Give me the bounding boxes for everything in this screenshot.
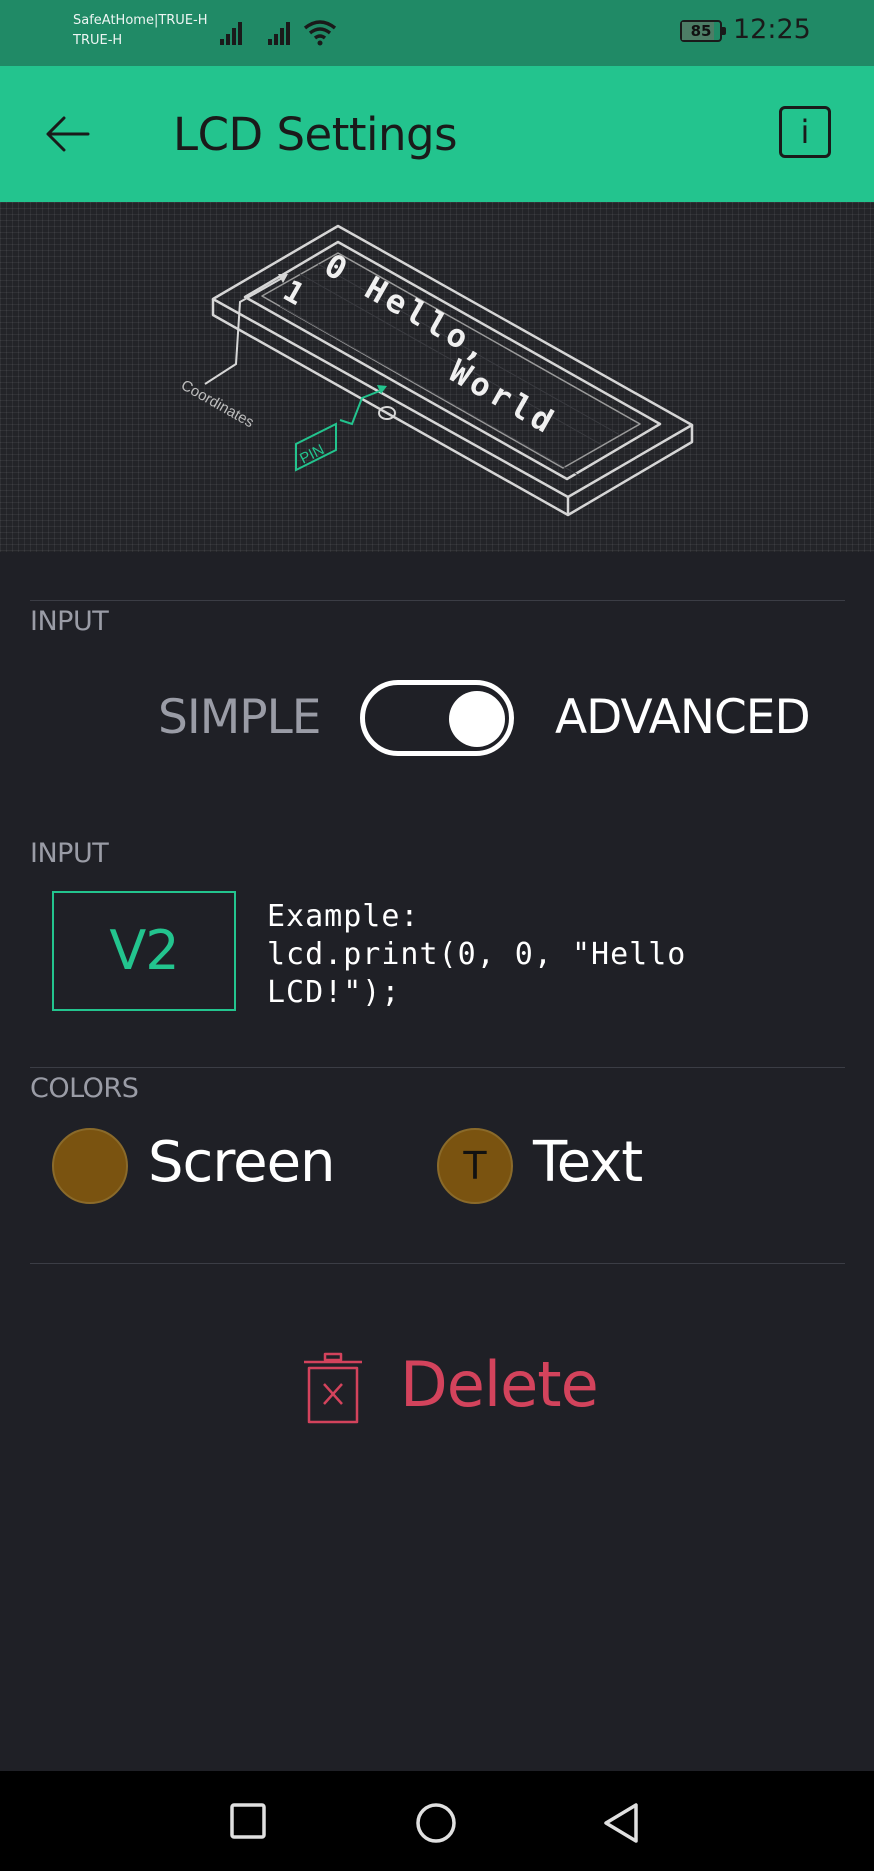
pin-label: PIN [297, 441, 327, 468]
carrier-name-secondary: TRUE-H [73, 33, 123, 48]
signal-icon [220, 22, 242, 45]
mode-simple-label[interactable]: SIMPLE [158, 690, 321, 745]
divider [30, 1263, 845, 1264]
code-example: Example: lcd.print(0, 0, "Hello LCD!"); [267, 899, 687, 1010]
battery-nub [722, 27, 726, 35]
delete-button[interactable]: Delete [400, 1348, 599, 1421]
wifi-icon [303, 20, 337, 46]
info-button[interactable]: i [779, 106, 831, 158]
battery-icon: 85 [680, 20, 722, 42]
screen-color-swatch[interactable] [52, 1128, 128, 1204]
battery-percentage: 85 [690, 22, 712, 40]
app-header: LCD Settings i [0, 66, 874, 202]
toggle-knob [449, 691, 505, 747]
page-title: LCD Settings [173, 108, 458, 161]
text-color-swatch[interactable]: T [437, 1128, 513, 1204]
clock: 12:25 [733, 14, 811, 45]
status-bar: SafeAtHome|TRUE-H TRUE-H 85 12:25 [0, 0, 874, 66]
divider [30, 600, 845, 601]
lcd-screen [261, 252, 641, 469]
coordinates-label: Coordinates [178, 377, 257, 432]
lcd-diagram: 0 Hello, World 1 Coordinates PIN [178, 224, 694, 517]
triangle-back-icon[interactable] [602, 1801, 642, 1845]
pin-input-section-label: INPUT [30, 838, 109, 869]
arrow-left-icon[interactable] [44, 114, 90, 154]
carrier-name: SafeAtHome|TRUE-H [73, 13, 208, 28]
coordinates-arrow [204, 276, 285, 385]
text-color-label[interactable]: Text [533, 1130, 643, 1195]
circle-icon[interactable] [414, 1801, 458, 1845]
pin-value: V2 [109, 919, 179, 982]
square-icon[interactable] [230, 1803, 268, 1841]
lcd-line-1: World [443, 352, 563, 442]
lcd-body-outline [211, 224, 694, 499]
mode-advanced-label[interactable]: ADVANCED [555, 690, 811, 745]
lcd-illustration: 0 Hello, World 1 Coordinates PIN [0, 202, 874, 552]
trash-icon[interactable] [302, 1352, 364, 1424]
system-nav-bar [0, 1771, 874, 1871]
screen-color-label[interactable]: Screen [148, 1130, 336, 1195]
signal-icon-secondary [268, 22, 290, 45]
divider [30, 1067, 845, 1068]
pin-select-button[interactable]: V2 [52, 891, 236, 1011]
input-mode-toggle[interactable] [360, 680, 514, 756]
colors-section-label: COLORS [30, 1073, 139, 1104]
input-mode-section-label: INPUT [30, 606, 109, 637]
